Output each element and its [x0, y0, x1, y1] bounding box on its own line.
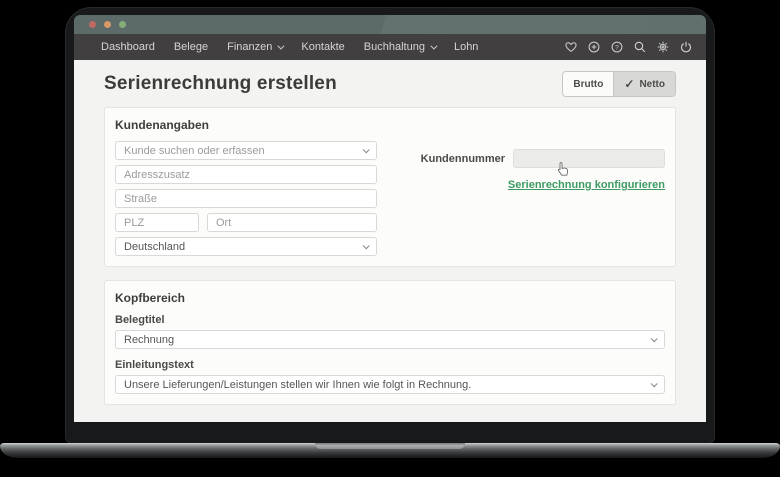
nav-item-kontakte[interactable]: Kontakte — [301, 41, 344, 53]
brutto-toggle-button[interactable]: Brutto — [563, 72, 614, 96]
address-suffix-input[interactable] — [115, 165, 377, 184]
document-title-group: Belegtitel Rechnung — [115, 314, 665, 349]
nav-item-belege[interactable]: Belege — [174, 41, 208, 53]
page-content: Serienrechnung erstellen Brutto ✓ Netto … — [74, 60, 706, 422]
customer-number-label: Kundennummer — [420, 152, 505, 165]
netto-toggle-label: Netto — [639, 78, 665, 90]
heart-icon[interactable] — [564, 40, 578, 54]
hand-cursor-icon — [556, 161, 571, 183]
intro-text-value: Unsere Lieferungen/Leistungen stellen wi… — [124, 378, 472, 391]
document-title-label: Belegtitel — [115, 314, 165, 326]
nav-icon-group: ? — [564, 40, 693, 54]
customer-number-row: Kundennummer — [421, 149, 665, 168]
chevron-down-icon — [362, 146, 370, 154]
document-title-select[interactable]: Rechnung — [115, 330, 665, 349]
chevron-down-icon — [650, 380, 658, 388]
customer-section-card: Kundenangaben Kunde suchen oder erfassen — [104, 107, 676, 267]
head-section-heading: Kopfbereich — [115, 291, 186, 305]
chevron-down-icon — [362, 242, 370, 250]
laptop-base — [0, 443, 780, 458]
page-header: Serienrechnung erstellen Brutto ✓ Netto — [104, 60, 676, 107]
street-input[interactable] — [115, 189, 377, 208]
gear-icon[interactable] — [656, 40, 670, 54]
browser-titlebar — [74, 15, 706, 34]
chevron-down-icon — [650, 335, 658, 343]
nav-item-dashboard[interactable]: Dashboard — [101, 41, 155, 53]
laptop-base-notch — [315, 443, 465, 449]
intro-text-group: Einleitungstext Unsere Lieferungen/Leist… — [115, 359, 665, 394]
laptop-frame: Dashboard Belege Finanzen Kontakte Buchh… — [65, 7, 715, 444]
customer-address-column: Kunde suchen oder erfassen Deutschland — [115, 141, 377, 256]
nav-item-lohn[interactable]: Lohn — [454, 41, 478, 53]
customer-section-heading: Kundenangaben — [115, 118, 210, 132]
country-select-value: Deutschland — [124, 240, 186, 253]
customer-number-input — [513, 149, 665, 168]
intro-text-label: Einleitungstext — [115, 359, 194, 371]
customer-select[interactable]: Kunde suchen oder erfassen — [115, 141, 377, 160]
search-icon[interactable] — [633, 40, 647, 54]
nav-label: Finanzen — [227, 41, 273, 53]
configure-link-row: Serienrechnung konfigurieren — [421, 175, 665, 193]
power-icon[interactable] — [679, 40, 693, 54]
nav-label: Dashboard — [101, 41, 155, 53]
zip-input[interactable] — [115, 213, 199, 232]
customer-number-column: Kundennummer Serienrechnung konfiguriere… — [377, 141, 665, 256]
nav-item-finanzen[interactable]: Finanzen — [227, 41, 285, 53]
netto-toggle-button[interactable]: ✓ Netto — [613, 72, 675, 96]
intro-text-select[interactable]: Unsere Lieferungen/Leistungen stellen wi… — [115, 375, 665, 394]
maximize-window-dot[interactable] — [119, 21, 126, 28]
screen: Dashboard Belege Finanzen Kontakte Buchh… — [74, 15, 706, 422]
customer-select-placeholder: Kunde suchen oder erfassen — [124, 144, 265, 157]
close-window-dot[interactable] — [89, 21, 96, 28]
app-navbar: Dashboard Belege Finanzen Kontakte Buchh… — [74, 34, 706, 60]
help-circle-icon[interactable]: ? — [610, 40, 624, 54]
svg-text:?: ? — [615, 44, 619, 51]
city-input[interactable] — [207, 213, 377, 232]
nav-label: Buchhaltung — [363, 41, 425, 53]
nav-items: Dashboard Belege Finanzen Kontakte Buchh… — [101, 41, 478, 53]
chevron-down-icon — [277, 42, 285, 50]
page-title: Serienrechnung erstellen — [104, 73, 337, 94]
customer-columns: Kunde suchen oder erfassen Deutschland — [115, 141, 665, 256]
document-title-value: Rechnung — [124, 333, 175, 346]
minimize-window-dot[interactable] — [104, 21, 111, 28]
nav-label: Belege — [173, 41, 209, 53]
nav-label: Lohn — [453, 41, 479, 53]
country-select[interactable]: Deutschland — [115, 237, 377, 256]
nav-label: Kontakte — [301, 41, 345, 53]
chevron-down-icon — [430, 42, 438, 50]
plus-circle-icon[interactable] — [587, 40, 601, 54]
check-icon: ✓ — [624, 77, 635, 91]
head-section-card: Kopfbereich Belegtitel Rechnung Einleitu… — [104, 280, 676, 405]
brutto-netto-toggle: Brutto ✓ Netto — [562, 71, 676, 97]
configure-recurring-invoice-link[interactable]: Serienrechnung konfigurieren — [508, 179, 665, 191]
nav-item-buchhaltung[interactable]: Buchhaltung — [363, 41, 438, 53]
zip-city-row — [115, 213, 377, 232]
